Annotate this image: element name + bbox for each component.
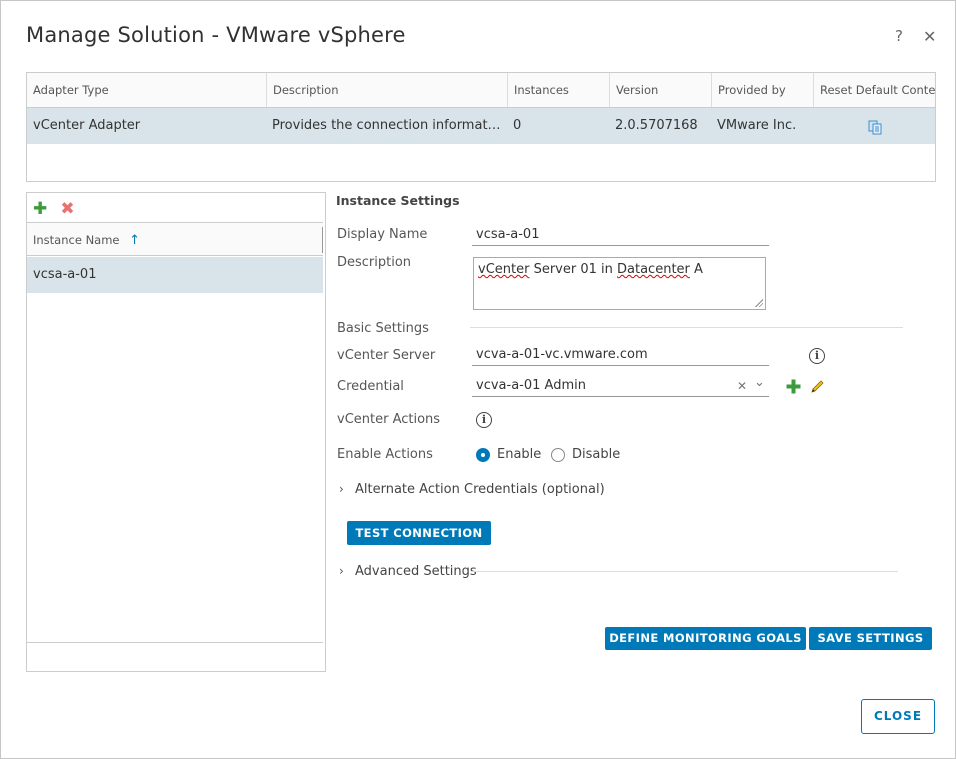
description-text-prefix: vCenter <box>478 262 530 277</box>
dialog-title: Manage Solution - VMware vSphere <box>26 23 406 47</box>
cell-description: Provides the connection informatio… <box>272 118 502 133</box>
cell-adapter-type: vCenter Adapter <box>33 118 141 133</box>
vcenter-actions-label: vCenter Actions <box>337 412 441 427</box>
vcenter-server-input[interactable]: vcva-a-01-vc.vmware.com <box>472 344 769 366</box>
disable-actions-radio[interactable] <box>551 448 565 462</box>
define-monitoring-goals-button[interactable]: DEFINE MONITORING GOALS <box>605 627 806 650</box>
description-textarea[interactable]: vCenter Server 01 in Datacenter A <box>473 257 766 310</box>
instance-settings-title: Instance Settings <box>336 193 460 208</box>
table-row[interactable]: vCenter Adapter Provides the connection … <box>27 108 935 144</box>
credential-label: Credential <box>337 379 404 394</box>
add-instance-icon[interactable]: ✚ <box>33 199 47 219</box>
advanced-settings-chevron-icon[interactable]: › <box>339 564 344 578</box>
manage-solution-dialog: Manage Solution - VMware vSphere ? ✕ Ada… <box>0 0 956 759</box>
cell-version: 2.0.5707168 <box>615 118 698 133</box>
close-button[interactable]: CLOSE <box>861 699 935 734</box>
col-adapter-type[interactable]: Adapter Type <box>27 73 266 107</box>
instance-name-column-label: Instance Name <box>33 233 120 247</box>
adapter-table: Adapter Type Description Instances Versi… <box>26 72 936 182</box>
test-connection-button[interactable]: TEST CONNECTION <box>347 521 491 545</box>
instances-toolbar: ✚ ✖ <box>33 199 83 219</box>
chevron-down-icon[interactable]: ⌄ <box>754 372 765 394</box>
col-version[interactable]: Version <box>609 73 711 107</box>
description-text-word: Datacenter <box>617 262 690 277</box>
col-instances[interactable]: Instances <box>507 73 609 107</box>
add-credential-icon[interactable] <box>786 379 801 398</box>
list-item[interactable]: vcsa-a-01 <box>27 257 323 293</box>
vcenter-server-info-icon[interactable]: i <box>809 348 825 364</box>
close-icon[interactable]: ✕ <box>923 27 936 46</box>
alternate-credentials-chevron-icon[interactable]: › <box>339 482 344 496</box>
enable-actions-radio[interactable] <box>476 448 490 462</box>
alternate-credentials-toggle[interactable]: Alternate Action Credentials (optional) <box>355 482 605 497</box>
basic-settings-label: Basic Settings <box>337 321 429 336</box>
description-text-suffix: A <box>689 262 703 277</box>
adapter-table-header: Adapter Type Description Instances Versi… <box>27 73 935 108</box>
disable-option-label: Disable <box>572 447 621 462</box>
advanced-settings-toggle[interactable]: Advanced Settings <box>355 564 477 579</box>
clear-credential-icon[interactable]: ✕ <box>737 375 747 397</box>
description-text-mid: Server 01 in <box>529 262 618 277</box>
col-provided-by[interactable]: Provided by <box>711 73 813 107</box>
cell-instances: 0 <box>513 118 522 133</box>
reset-content-icon[interactable] <box>867 119 883 139</box>
textarea-resize-grip[interactable] <box>755 299 763 307</box>
edit-credential-icon[interactable] <box>809 379 825 399</box>
instances-panel: ✚ ✖ Instance Name ↑ vcsa-a-01 <box>26 192 326 672</box>
advanced-settings-divider <box>471 571 898 572</box>
vcenter-actions-info-icon[interactable]: i <box>476 412 492 428</box>
display-name-label: Display Name <box>337 227 428 242</box>
delete-instance-icon[interactable]: ✖ <box>60 199 74 219</box>
help-icon[interactable]: ? <box>895 27 903 45</box>
cell-provided-by: VMware Inc. <box>717 118 797 133</box>
basic-settings-divider <box>470 327 903 328</box>
description-label: Description <box>337 255 412 270</box>
instance-name-column-header[interactable]: Instance Name ↑ <box>27 222 323 256</box>
display-name-input[interactable]: vcsa-a-01 <box>472 224 769 246</box>
column-resize-handle[interactable] <box>322 227 323 253</box>
sort-ascending-icon: ↑ <box>129 233 141 248</box>
enable-actions-label: Enable Actions <box>337 447 433 462</box>
col-description[interactable]: Description <box>266 73 507 107</box>
save-settings-button[interactable]: SAVE SETTINGS <box>809 627 932 650</box>
credential-selected-value: vcva-a-01 Admin <box>476 378 586 393</box>
enable-option-label: Enable <box>497 447 542 462</box>
vcenter-server-label: vCenter Server <box>337 348 436 363</box>
instances-footer <box>27 642 323 671</box>
credential-select[interactable]: vcva-a-01 Admin ✕ ⌄ <box>472 375 769 397</box>
col-reset-default-content[interactable]: Reset Default Content <box>813 73 935 107</box>
